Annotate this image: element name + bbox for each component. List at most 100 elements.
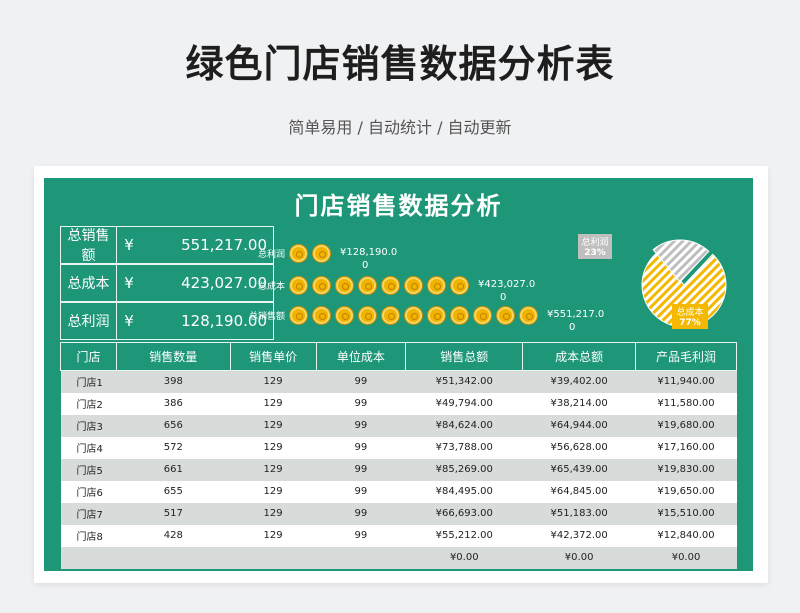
- coin-icon: [520, 307, 537, 324]
- table-cell[interactable]: ¥19,650.00: [635, 480, 737, 503]
- table-cell[interactable]: ¥39,402.00: [522, 370, 636, 393]
- table-cell[interactable]: 398: [116, 370, 231, 393]
- table-cell[interactable]: 门店1: [60, 370, 117, 393]
- table-cell[interactable]: ¥64,944.00: [522, 414, 636, 437]
- table-cell[interactable]: 门店4: [60, 436, 117, 459]
- table-cell[interactable]: 99: [316, 414, 406, 437]
- table-cell[interactable]: ¥15,510.00: [635, 502, 737, 525]
- table-cell[interactable]: [60, 546, 117, 569]
- table-cell[interactable]: 99: [316, 480, 406, 503]
- table-cell[interactable]: ¥11,940.00: [635, 370, 737, 393]
- table-row: 门店3 656 129 99 ¥84,624.00 ¥64,944.00 ¥19,680.0…: [60, 414, 737, 437]
- table-cell[interactable]: ¥56,628.00: [522, 436, 636, 459]
- table-cell[interactable]: 门店7: [60, 502, 117, 525]
- table-total-row: ¥0.00 ¥0.00 ¥0.00: [60, 546, 737, 569]
- table-cell[interactable]: 129: [230, 458, 317, 481]
- table-cell[interactable]: 门店3: [60, 414, 117, 437]
- sheet-title: 门店销售数据分析: [294, 192, 503, 220]
- table-cell[interactable]: 572: [116, 436, 231, 459]
- table-cell[interactable]: ¥0.00: [522, 546, 636, 569]
- coin-icon: [336, 307, 353, 324]
- pictograph-value-cont: 0: [569, 322, 576, 333]
- table-cell[interactable]: ¥0.00: [405, 546, 523, 569]
- table-cell[interactable]: 门店2: [60, 392, 117, 415]
- table-row: 门店7 517 129 99 ¥66,693.00 ¥51,183.00 ¥15,510.0…: [60, 502, 737, 525]
- col-header: 产品毛利润: [635, 342, 737, 371]
- page-title: 绿色门店销售数据分析表: [185, 42, 615, 86]
- table-cell[interactable]: 129: [230, 392, 317, 415]
- table-cell[interactable]: ¥73,788.00: [405, 436, 523, 459]
- kpi-currency: ¥: [124, 236, 134, 254]
- col-header: 销售数量: [115, 342, 231, 371]
- coin-icon: [313, 307, 330, 324]
- table-cell[interactable]: ¥64,845.00: [522, 480, 636, 503]
- table-cell[interactable]: 99: [316, 436, 406, 459]
- table-cell[interactable]: ¥51,342.00: [405, 370, 523, 393]
- table-cell[interactable]: ¥38,214.00: [522, 392, 636, 415]
- table-cell[interactable]: ¥55,212.00: [405, 524, 523, 547]
- table-cell[interactable]: 99: [316, 524, 406, 547]
- table-cell[interactable]: [316, 546, 406, 569]
- pictograph-value-cont: 0: [500, 292, 507, 303]
- table-cell[interactable]: ¥17,160.00: [635, 436, 737, 459]
- table-cell[interactable]: 129: [230, 414, 317, 437]
- coin-icon: [359, 277, 376, 294]
- table-cell[interactable]: ¥49,794.00: [405, 392, 523, 415]
- col-header: 销售总额: [405, 342, 524, 371]
- table-cell[interactable]: [230, 546, 317, 569]
- table-cell[interactable]: 门店5: [60, 458, 117, 481]
- table-cell[interactable]: 129: [230, 502, 317, 525]
- table-cell[interactable]: [116, 546, 231, 569]
- col-header: 成本总额: [522, 342, 637, 371]
- table-row: 门店4 572 129 99 ¥73,788.00 ¥56,628.00 ¥17,160.0…: [60, 436, 737, 459]
- table-header-row: 门店 销售数量 销售单价 单位成本 销售总额 成本总额 产品毛利润: [60, 342, 737, 371]
- coin-icon: [382, 307, 399, 324]
- table-cell[interactable]: ¥85,269.00: [405, 458, 523, 481]
- pie-chart: [641, 239, 727, 328]
- table-cell[interactable]: 386: [116, 392, 231, 415]
- coin-icon: [290, 245, 307, 262]
- pie-label-cost: 总成本 77%: [672, 304, 708, 329]
- table-cell[interactable]: ¥65,439.00: [522, 458, 636, 481]
- table-cell[interactable]: ¥84,495.00: [405, 480, 523, 503]
- table-cell[interactable]: 99: [316, 458, 406, 481]
- table-cell[interactable]: 129: [230, 524, 317, 547]
- pie-label-percent: 77%: [679, 318, 701, 328]
- table-cell[interactable]: 428: [116, 524, 231, 547]
- coin-icon: [497, 307, 514, 324]
- table-cell[interactable]: 661: [116, 458, 231, 481]
- table-cell[interactable]: 门店6: [60, 480, 117, 503]
- table-cell[interactable]: 129: [230, 480, 317, 503]
- table-cell[interactable]: ¥0.00: [635, 546, 737, 569]
- page-subtitle: 简单易用 / 自动统计 / 自动更新: [288, 118, 512, 137]
- table-cell[interactable]: 99: [316, 370, 406, 393]
- table-cell[interactable]: ¥19,680.00: [635, 414, 737, 437]
- table-cell[interactable]: ¥66,693.00: [405, 502, 523, 525]
- table-cell[interactable]: ¥19,830.00: [635, 458, 737, 481]
- table-cell[interactable]: 656: [116, 414, 231, 437]
- table-cell[interactable]: 99: [316, 392, 406, 415]
- table-cell[interactable]: 99: [316, 502, 406, 525]
- table-row: 门店5 661 129 99 ¥85,269.00 ¥65,439.00 ¥19,830.0…: [60, 458, 737, 481]
- sales-table: 门店 销售数量 销售单价 单位成本 销售总额 成本总额 产品毛利润 门店1 398…: [60, 342, 737, 569]
- table-cell[interactable]: ¥12,840.00: [635, 524, 737, 547]
- col-header: 销售单价: [229, 342, 317, 371]
- table-cell[interactable]: 门店8: [60, 524, 117, 547]
- table-cell[interactable]: 129: [230, 436, 317, 459]
- table-cell[interactable]: 655: [116, 480, 231, 503]
- kpi-label: 总利润: [61, 303, 117, 339]
- coin-icon: [428, 277, 445, 294]
- coin-icon: [313, 277, 330, 294]
- table-cell[interactable]: ¥11,580.00: [635, 392, 737, 415]
- kpi-currency: ¥: [124, 312, 134, 330]
- table-row: 门店8 428 129 99 ¥55,212.00 ¥42,372.00 ¥12,840.0…: [60, 524, 737, 547]
- coin-icon: [336, 277, 353, 294]
- table-cell[interactable]: 517: [116, 502, 231, 525]
- kpi-currency: ¥: [124, 274, 134, 292]
- table-cell[interactable]: ¥42,372.00: [522, 524, 636, 547]
- table-cell[interactable]: ¥84,624.00: [405, 414, 523, 437]
- table-cell[interactable]: ¥51,183.00: [522, 502, 636, 525]
- spreadsheet: 门店销售数据分析 总销售额 ¥ 551,217.00 总成本 ¥ 423,027…: [44, 178, 753, 571]
- table-cell[interactable]: 129: [230, 370, 317, 393]
- coin-icon: [405, 307, 422, 324]
